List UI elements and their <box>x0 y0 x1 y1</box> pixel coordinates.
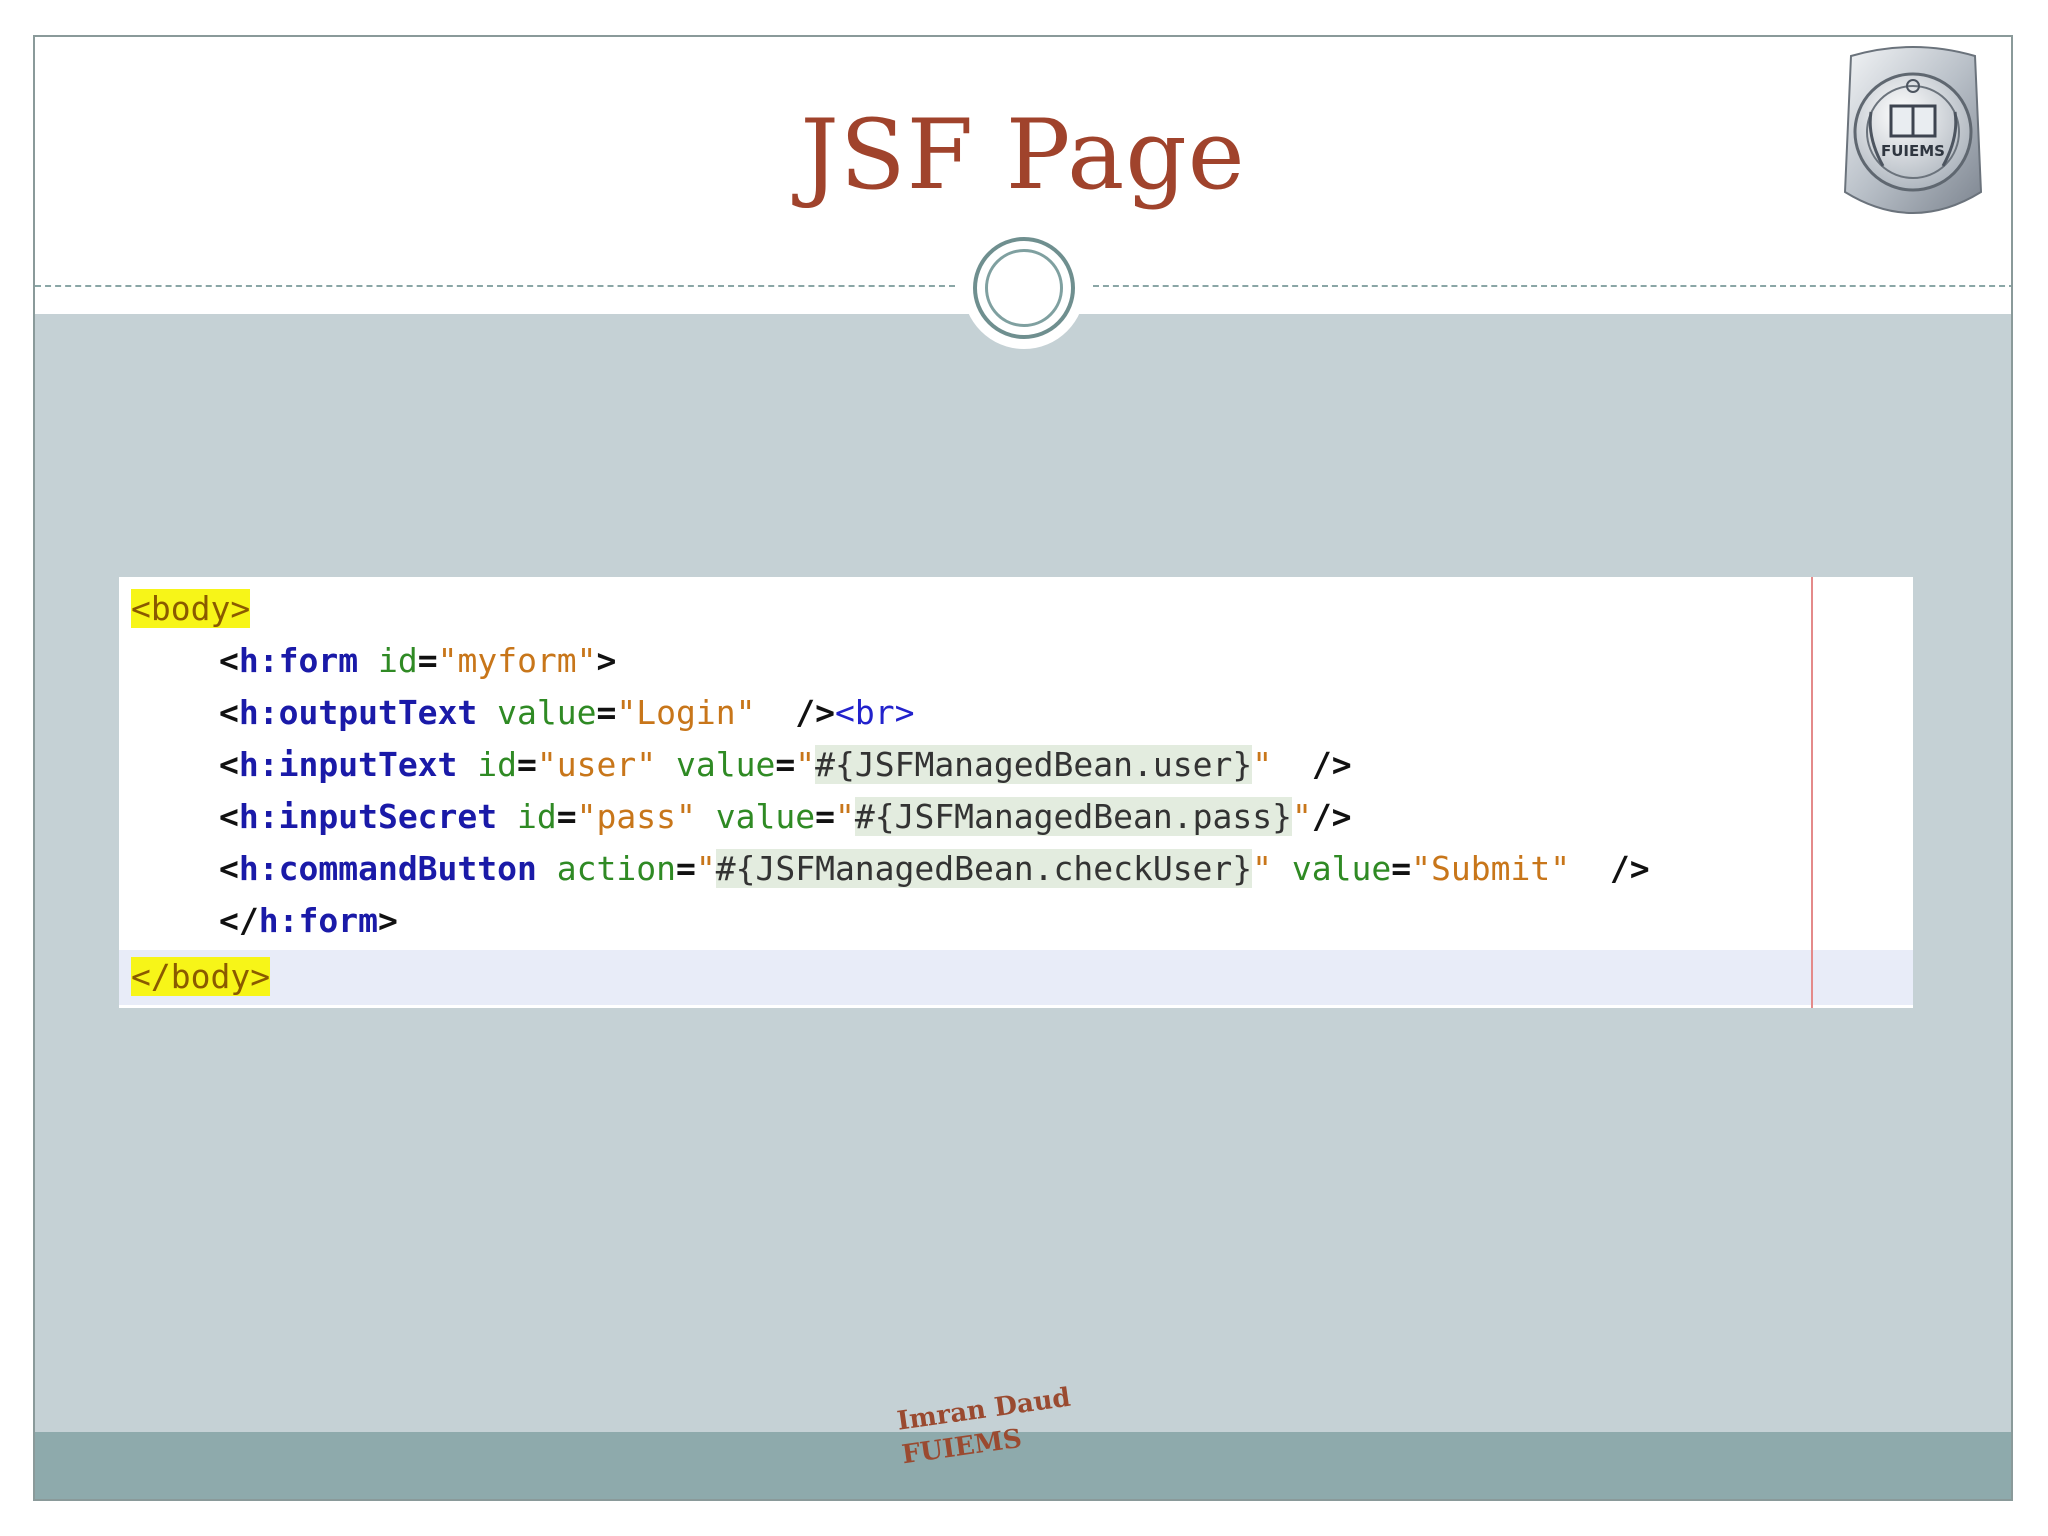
self-close: /> <box>795 693 835 732</box>
attr-name: id <box>477 745 518 784</box>
self-close: /> <box>1311 745 1352 784</box>
attr-value: "pass" <box>576 797 696 836</box>
tag-name: h:inputText <box>238 745 458 784</box>
logo-text: FUIEMS <box>1881 142 1945 160</box>
attr-name: id <box>517 797 557 836</box>
tag-name: h:form <box>258 901 378 940</box>
quote: " <box>1252 745 1273 784</box>
equals: = <box>517 745 537 784</box>
code-screenshot: <body> <h:form id="myform"> <h:outputTex… <box>119 577 1913 1008</box>
current-line-highlight <box>119 950 1913 1005</box>
attr-value: "user" <box>536 745 657 784</box>
el-expression: #{JSFManagedBean.checkUser} <box>715 849 1253 888</box>
self-close: /> <box>1311 797 1352 836</box>
editor-margin-line <box>1811 577 1813 1008</box>
tag-name: h:inputSecret <box>238 797 498 836</box>
tag-name: h:commandButton <box>238 849 537 888</box>
code-line-4: <h:inputText id="user" value="#{JSFManag… <box>219 741 1352 789</box>
quote: " <box>1252 849 1273 888</box>
attr-value: "Login" <box>616 693 756 732</box>
header-divider-right <box>1093 285 2011 287</box>
code-line-1: <body> <box>131 585 251 633</box>
equals: = <box>1391 849 1412 888</box>
br-tag: <br> <box>834 693 915 732</box>
tag-close: > <box>596 641 617 680</box>
slide-title: JSF Page <box>800 99 1246 211</box>
attr-value: "Submit" <box>1411 849 1571 888</box>
tag-open: < <box>219 849 239 888</box>
attr-name: action <box>556 849 676 888</box>
code-line-8: </body> <box>131 953 271 1001</box>
quote: " <box>834 797 855 836</box>
tag-open: < <box>219 693 239 732</box>
equals: = <box>775 745 796 784</box>
equals: = <box>417 641 438 680</box>
equals: = <box>675 849 696 888</box>
attr-name: value <box>497 693 597 732</box>
code-line-7: </h:form> <box>219 897 398 945</box>
code-line-2: <h:form id="myform"> <box>219 637 616 685</box>
tag-open: < <box>219 797 239 836</box>
tag-open: </ <box>219 901 259 940</box>
attr-name: value <box>676 745 776 784</box>
header-divider-left <box>35 285 955 287</box>
tag-name: h:form <box>238 641 359 680</box>
tag-name: h:outputText <box>238 693 478 732</box>
tag-open: < <box>219 745 239 784</box>
attr-name: id <box>377 641 418 680</box>
body-close-tag: </body> <box>131 957 271 996</box>
attr-name: value <box>1291 849 1392 888</box>
tag-open: < <box>219 641 239 680</box>
equals: = <box>556 797 577 836</box>
equals: = <box>815 797 835 836</box>
quote: " <box>1291 797 1312 836</box>
attr-name: value <box>715 797 816 836</box>
code-line-6: <h:commandButton action="#{JSFManagedBea… <box>219 845 1650 893</box>
equals: = <box>596 693 617 732</box>
fuiems-logo: FUIEMS <box>1843 46 1983 214</box>
attr-value: "myform" <box>437 641 597 680</box>
el-expression: #{JSFManagedBean.user} <box>815 745 1253 784</box>
code-line-3: <h:outputText value="Login" /><br> <box>219 689 914 737</box>
tag-close: > <box>377 901 398 940</box>
el-expression: #{JSFManagedBean.pass} <box>854 797 1292 836</box>
body-open-tag: <body> <box>131 589 251 628</box>
quote: " <box>795 745 816 784</box>
self-close: /> <box>1609 849 1650 888</box>
code-line-5: <h:inputSecret id="pass" value="#{JSFMan… <box>219 793 1352 841</box>
quote: " <box>695 849 716 888</box>
circle-ornament-inner <box>985 249 1063 327</box>
